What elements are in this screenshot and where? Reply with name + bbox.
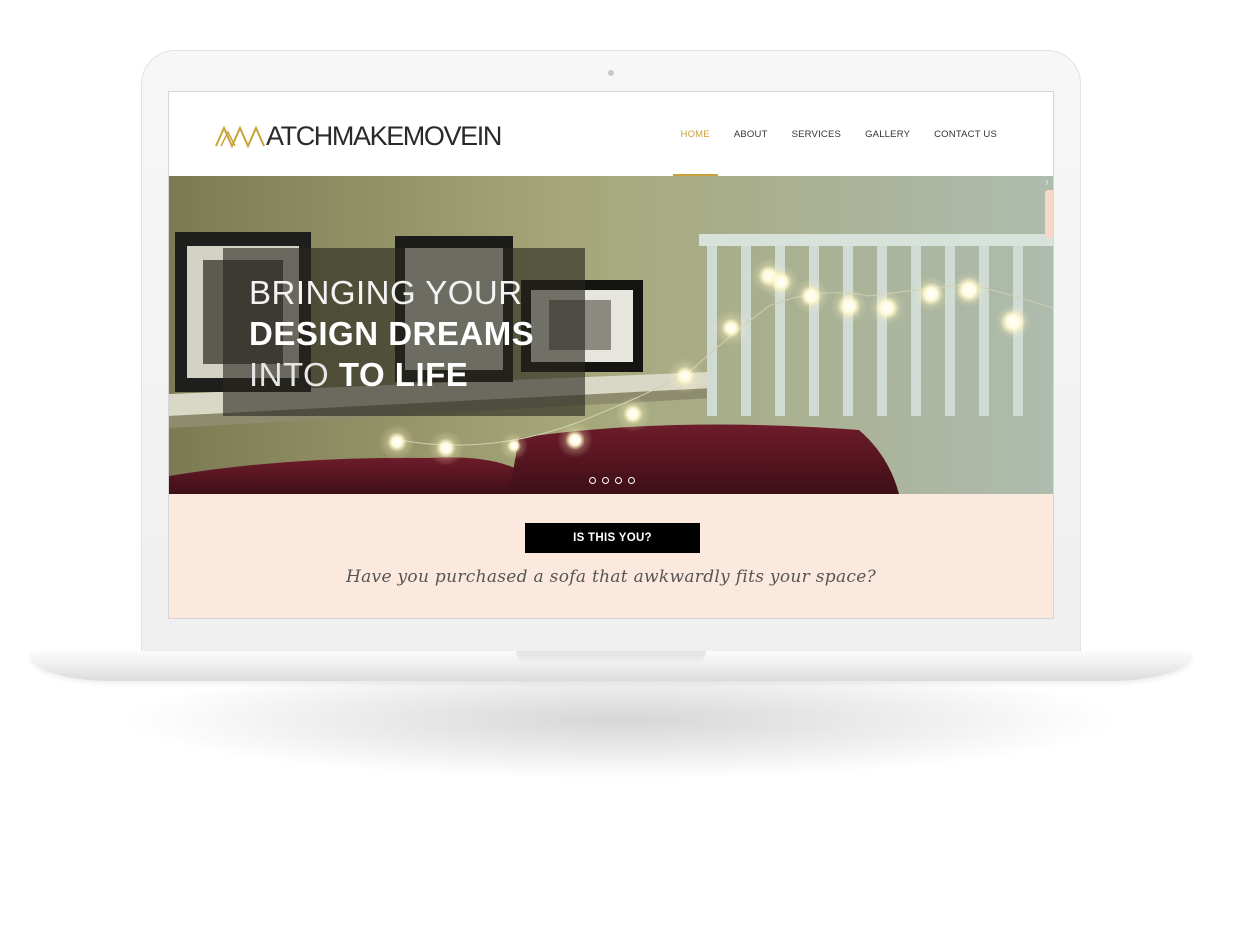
nav-services[interactable]: SERVICES bbox=[788, 92, 845, 176]
hero-line-3-light: INTO bbox=[249, 356, 330, 393]
cta-tagline: Have you purchased a sofa that awkwardly… bbox=[345, 567, 876, 587]
hero-line-1: BRINGING YOUR bbox=[249, 274, 523, 311]
laptop-screen: ATCHMAKEMOVEIN HOME ABOUT SERVICES GALLE… bbox=[168, 91, 1054, 619]
site-logo[interactable]: ATCHMAKEMOVEIN bbox=[215, 120, 502, 152]
hero-slider: BRINGING YOUR DESIGN DREAMS INTO TO LIFE… bbox=[169, 176, 1053, 494]
nav-about[interactable]: ABOUT bbox=[730, 92, 772, 176]
slider-dot-3[interactable] bbox=[615, 477, 622, 484]
side-tab[interactable] bbox=[1045, 190, 1053, 238]
slider-dot-1[interactable] bbox=[589, 477, 596, 484]
cta-section: IS THIS YOU? Have you purchased a sofa t… bbox=[169, 494, 1053, 618]
hero-caption: BRINGING YOUR DESIGN DREAMS INTO TO LIFE bbox=[223, 248, 585, 416]
nav-home[interactable]: HOME bbox=[672, 92, 719, 176]
logo-text: ATCHMAKEMOVEIN bbox=[266, 120, 502, 151]
slider-pagination bbox=[589, 477, 635, 484]
logo-mountains-icon bbox=[215, 125, 265, 149]
webcam-icon bbox=[608, 70, 614, 76]
hero-line-2: DESIGN DREAMS bbox=[249, 315, 535, 352]
slider-dot-2[interactable] bbox=[602, 477, 609, 484]
slider-dot-4[interactable] bbox=[628, 477, 635, 484]
nav-gallery[interactable]: GALLERY bbox=[861, 92, 914, 176]
chevron-right-icon[interactable]: › bbox=[1045, 176, 1049, 189]
is-this-you-button[interactable]: IS THIS YOU? bbox=[525, 523, 700, 553]
hero-line-3: INTO TO LIFE bbox=[249, 356, 468, 394]
site-header: ATCHMAKEMOVEIN HOME ABOUT SERVICES GALLE… bbox=[169, 92, 1053, 176]
laptop-notch bbox=[516, 651, 706, 665]
hero-line-3-bold: TO LIFE bbox=[338, 356, 469, 393]
main-nav: HOME ABOUT SERVICES GALLERY CONTACT US bbox=[672, 92, 1001, 176]
nav-contact-us[interactable]: CONTACT US bbox=[930, 92, 1001, 176]
